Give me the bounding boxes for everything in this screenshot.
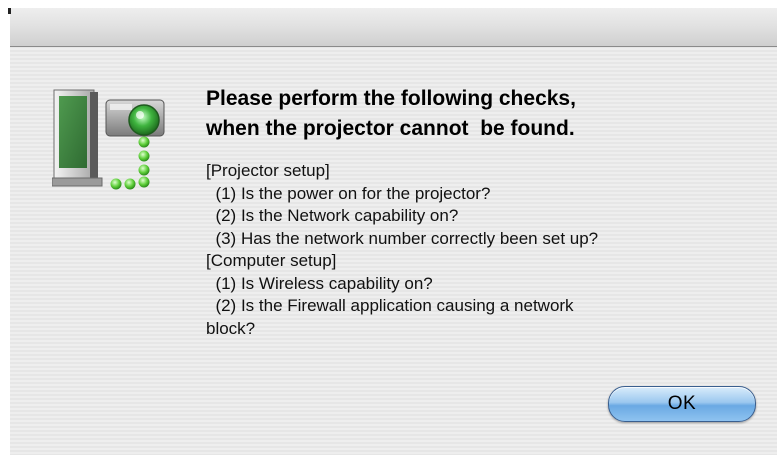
check-item: (2) Is the Network capability on? [206, 206, 459, 225]
dialog-message: [Projector setup] (1) Is the power on fo… [206, 160, 746, 340]
window-corner-mark [8, 8, 11, 14]
dialog-titlebar [10, 8, 777, 47]
check-item: (3) Has the network number correctly bee… [206, 228, 599, 248]
ok-button[interactable]: OK [608, 386, 756, 422]
alert-dialog: Please perform the following checks, whe… [10, 8, 777, 455]
section-heading-projector-setup: [Projector setup] [206, 161, 330, 180]
computer-projector-network-icon [51, 82, 168, 194]
check-item: (2) Is the Firewall application causing … [206, 296, 574, 315]
check-item-continuation: block? [206, 318, 256, 338]
headline-line: when the projector cannot be found. [206, 117, 575, 140]
ok-button-label: OK [667, 393, 697, 414]
dialog-headline: Please perform the following checks, whe… [206, 84, 746, 144]
check-item: (1) Is the power on for the projector? [206, 183, 491, 203]
section-heading-computer-setup: [Computer setup] [206, 251, 337, 270]
headline-line: Please perform the following checks, [206, 87, 576, 110]
check-item: (1) Is Wireless capability on? [206, 273, 433, 293]
